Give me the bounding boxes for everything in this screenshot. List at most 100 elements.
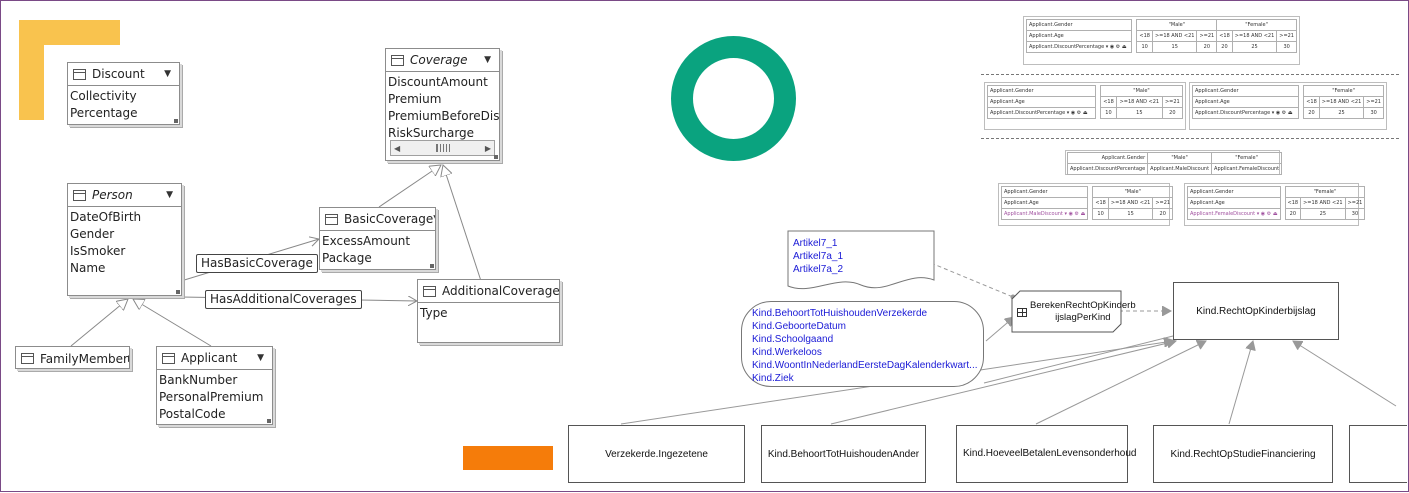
gender-value: "Male" [1101, 86, 1183, 97]
basic-coverage-class[interactable]: BasicCoverage ▼ ExcessAmount Package [319, 207, 436, 270]
chevron-down-icon[interactable]: ▼ [164, 69, 171, 79]
horizontal-scrollbar[interactable]: ◀ ▶ [390, 140, 495, 156]
age-cell: <18 [1137, 31, 1153, 42]
decision-table-gender-discount[interactable]: Applicant.Gender "Male" "Female" Applica… [1065, 150, 1280, 175]
chevron-down-icon[interactable]: ▼ [166, 190, 173, 200]
age-cell: >=21 [1153, 198, 1173, 209]
association-label[interactable]: HasBasicCoverage [196, 254, 318, 273]
discount-class[interactable]: Discount ▼ Collectivity Percentage [67, 62, 180, 125]
decision-table-female[interactable]: Applicant.Gender"Female" Applicant.Age <… [1189, 82, 1387, 130]
age-cell: >=18 AND <21 [1301, 198, 1345, 209]
class-icon [423, 286, 436, 297]
class-icon [325, 214, 338, 225]
input-data-item[interactable]: Kind.Ziek [752, 372, 978, 385]
person-class[interactable]: Person ▼ DateOfBirth Gender IsSmoker Nam… [67, 183, 182, 296]
attribute: PostalCode [159, 406, 272, 423]
gender-value: "Female" [1304, 86, 1384, 97]
additional-coverage-class[interactable]: AdditionalCoverage ▼ Type [417, 279, 560, 343]
input-to-decision-link [986, 317, 1014, 341]
coverage-class[interactable]: Coverage ▼ DiscountAmount Premium Premiu… [385, 48, 500, 161]
input-node-partial[interactable] [1349, 425, 1407, 483]
scroll-right-icon[interactable]: ▶ [482, 144, 494, 153]
resize-handle[interactable] [174, 119, 178, 123]
input-node[interactable]: Verzekerde.Ingezetene [568, 425, 745, 483]
attribute: Percentage [70, 105, 179, 122]
decision-table-female-discount[interactable]: Applicant.Gender"Female" Applicant.Age <… [1184, 183, 1359, 226]
chevron-down-icon[interactable]: ▼ [433, 214, 436, 224]
resize-handle[interactable] [494, 155, 498, 159]
input-node[interactable]: Kind.BehoortTotHuishoudenAnder [761, 425, 926, 483]
row-label: Applicant.Age [1002, 198, 1088, 209]
attribute: PersonalPremium [159, 389, 272, 406]
knowledge-source-item[interactable]: Artikel7a_2 [793, 263, 843, 276]
row-label: Applicant.Gender [1188, 187, 1281, 198]
value-cell: 25 [1319, 108, 1363, 119]
age-cell: >=18 AND <21 [1108, 198, 1152, 209]
class-icon [162, 353, 175, 364]
attribute: ExcessAmount [322, 233, 435, 250]
applicant-class[interactable]: Applicant ▼ BankNumber PersonalPremium P… [156, 346, 273, 425]
class-name: FamilyMember [40, 352, 128, 366]
age-cell: >=18 AND <21 [1232, 31, 1276, 42]
row-label: Applicant.Gender [1068, 153, 1148, 164]
chevron-right-icon[interactable]: ▶ [128, 354, 130, 364]
resize-handle[interactable] [430, 264, 434, 268]
attribute: IsSmoker [70, 243, 181, 260]
input-data-item[interactable]: Kind.Schoolgaand [752, 333, 978, 346]
attribute: Gender [70, 226, 181, 243]
attribute: Premium [388, 91, 499, 108]
row-label: Applicant.Gender [988, 86, 1096, 97]
value-cell: 15 [1108, 209, 1152, 220]
row-label: Applicant.DiscountPercentage ▾ ◉ ⚙ ⏏ [1193, 108, 1299, 119]
decision-table-male-discount[interactable]: Applicant.Gender"Male" Applicant.Age <18… [998, 183, 1170, 226]
row-label: Applicant.DiscountPercentage ▾ ◉ ⚙ ⏏ [988, 108, 1096, 119]
value-cell: 30 [1364, 108, 1384, 119]
scroll-left-icon[interactable]: ◀ [391, 144, 403, 153]
input-node[interactable]: Kind.HoeveelBetalenLevensonderhoud [956, 425, 1128, 483]
chevron-down-icon[interactable]: ▼ [257, 353, 264, 363]
value-cell: 30 [1345, 209, 1365, 220]
gender-value: "Male" [1148, 153, 1212, 164]
class-name: Discount [92, 67, 164, 81]
resize-handle[interactable] [267, 419, 271, 423]
canvas-frame: Discount ▼ Collectivity Percentage Cover… [0, 0, 1409, 492]
chevron-down-icon[interactable]: ▼ [484, 55, 491, 65]
input-node[interactable]: Kind.RechtOpStudieFinanciering [1153, 425, 1333, 483]
knowledge-source-item[interactable]: Artikel7a_1 [793, 250, 843, 263]
input-data-item[interactable]: Kind.Werkeloos [752, 346, 978, 359]
value-cell: 20 [1197, 42, 1217, 53]
class-name: Coverage [410, 53, 484, 67]
association-label[interactable]: HasAdditionalCoverages [205, 290, 362, 309]
value-cell: 10 [1093, 209, 1109, 220]
family-member-class[interactable]: FamilyMember ▶ [15, 346, 130, 369]
class-name: AdditionalCoverage [442, 284, 560, 298]
attribute: Name [70, 260, 181, 277]
age-cell: <18 [1304, 97, 1320, 108]
age-cell: >=21 [1197, 31, 1217, 42]
attribute: Type [420, 305, 559, 322]
value-cell: 25 [1232, 42, 1276, 53]
knowledge-source-item[interactable]: Artikel7_1 [793, 237, 843, 250]
class-icon [21, 353, 34, 364]
inherit-applicant-person [133, 299, 211, 346]
row-label: Applicant.FemaleDiscount ▾ ◉ ⚙ ⏏ [1188, 209, 1281, 220]
input-data-item[interactable]: Kind.GeboorteDatum [752, 320, 978, 333]
decision-table-male[interactable]: Applicant.Gender"Male" Applicant.Age <18… [984, 82, 1186, 130]
input-data-item[interactable]: Kind.BehoortTotHuishoudenVerzekerde [752, 307, 978, 320]
scroll-thumb[interactable] [436, 144, 450, 152]
attribute: DateOfBirth [70, 209, 181, 226]
value-cell: 25 [1301, 209, 1345, 220]
decision-node[interactable]: Kind.RechtOpKinderbijslag [1173, 282, 1339, 340]
gender-value: "Male" [1137, 20, 1217, 31]
age-cell: >=18 AND <21 [1152, 31, 1196, 42]
row-label: Applicant.Gender [1002, 187, 1088, 198]
age-cell: >=21 [1345, 198, 1365, 209]
value-cell: Applicant.MaleDiscount [1148, 164, 1212, 175]
input-data-item[interactable]: Kind.WoontInNederlandEersteDagKalenderkw… [752, 359, 978, 372]
inherit-familymember-person [71, 299, 128, 346]
inherit-basic-coverage [379, 165, 441, 207]
decision-table-combined[interactable]: Applicant.Gender "Male" "Female" Applica… [1023, 16, 1300, 65]
resize-handle[interactable] [176, 290, 180, 294]
class-icon [391, 55, 404, 66]
age-cell: <18 [1093, 198, 1109, 209]
